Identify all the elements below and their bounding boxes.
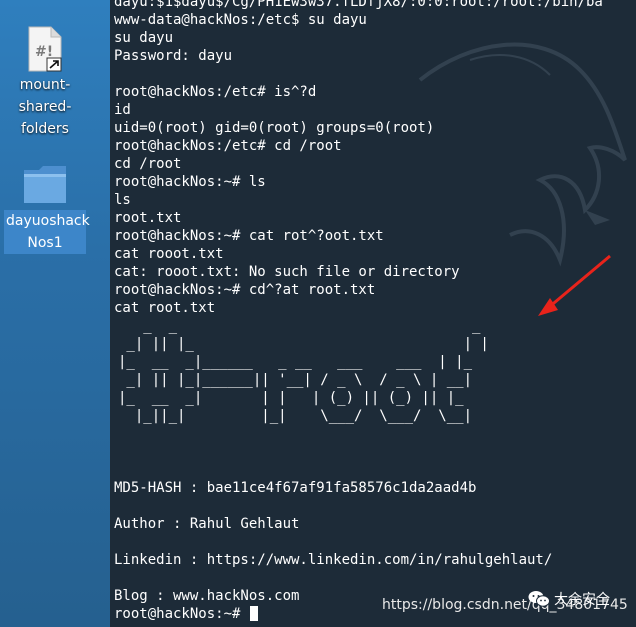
folder-icon	[23, 164, 67, 204]
brand-watermark: 大余安全	[528, 589, 610, 609]
desktop-icon-label: dayuoshack	[4, 210, 90, 232]
desktop: #! mount- shared- folders dayuoshack Nos…	[0, 0, 110, 627]
red-arrow-annotation-icon	[538, 254, 611, 316]
wechat-icon	[528, 591, 550, 607]
brand-label: 大余安全	[554, 592, 610, 608]
desktop-icon-mount-shared-folders[interactable]: #! mount- shared- folders	[4, 26, 86, 140]
terminal-window[interactable]: dayu:$1$dayu$/Cg/PH1Ew3w37.fLDfjX8/:0:0:…	[110, 0, 636, 627]
desktop-icon-label: shared-	[18, 99, 72, 115]
script-file-icon: #!	[27, 26, 63, 72]
desktop-icon-dayuoshacknos1[interactable]: dayuoshack Nos1	[4, 164, 90, 254]
desktop-icon-label: folders	[21, 121, 69, 137]
desktop-icon-label: mount-	[19, 77, 71, 93]
desktop-icon-label: Nos1	[4, 232, 86, 254]
